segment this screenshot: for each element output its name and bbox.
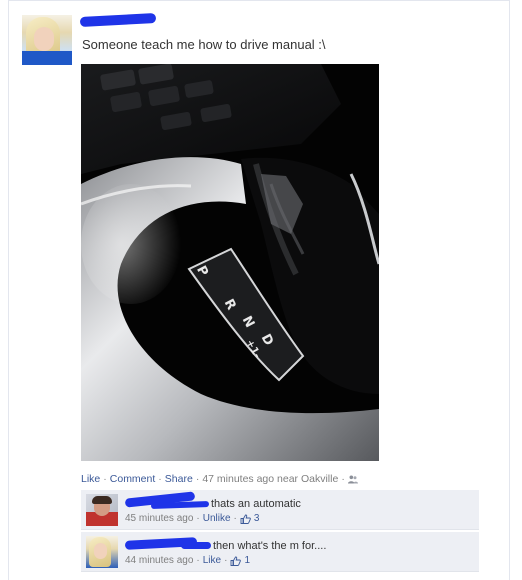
separator: ·	[158, 473, 162, 485]
separator: ·	[196, 513, 200, 524]
redacted-text	[181, 542, 211, 549]
comment-time[interactable]: 44 minutes ago	[125, 555, 193, 566]
thumbs-up-icon[interactable]	[230, 556, 242, 566]
like-count[interactable]: 1	[244, 555, 250, 566]
thumbs-up-icon[interactable]	[240, 514, 251, 524]
separator: ·	[224, 555, 228, 566]
post-time-location[interactable]: 47 minutes ago near Oakville	[202, 473, 338, 485]
separator: ·	[196, 555, 200, 566]
avatar-face	[34, 27, 54, 51]
separator: ·	[341, 473, 345, 485]
avatar-hair	[92, 496, 112, 504]
separator: ·	[195, 473, 200, 485]
like-count[interactable]: 3	[254, 513, 260, 524]
comments-section: thats an automatic 45 minutes ago · Unli…	[81, 490, 479, 574]
comment-link[interactable]: Comment	[110, 473, 156, 485]
redacted-text	[150, 500, 210, 510]
status-text: Someone teach me how to drive manual :\	[82, 37, 326, 52]
share-link[interactable]: Share	[165, 473, 193, 485]
avatar-shirt	[22, 51, 72, 65]
comment-time[interactable]: 45 minutes ago	[125, 513, 193, 524]
gear-shifter-photo: P R N D +1-	[81, 64, 379, 461]
avatar-face	[94, 543, 107, 559]
separator: ·	[103, 473, 107, 485]
comment-text: then what's the m for....	[213, 540, 327, 552]
poster-avatar[interactable]	[22, 15, 72, 65]
commenter-avatar[interactable]	[86, 536, 118, 568]
comment-text: thats an automatic	[211, 498, 301, 510]
commenter-avatar[interactable]	[86, 494, 118, 526]
comment-item: then what's the m for.... 44 minutes ago…	[81, 532, 479, 572]
comment-meta: 44 minutes ago · Like · 1	[125, 555, 250, 566]
unlike-link[interactable]: Unlike	[203, 513, 231, 524]
separator: ·	[233, 513, 237, 524]
comment-meta: 45 minutes ago · Unlike · 3	[125, 513, 259, 524]
post-photo[interactable]: P R N D +1-	[81, 64, 379, 461]
like-link[interactable]: Like	[203, 555, 221, 566]
post-actions: Like · Comment · Share · 47 minutes ago …	[81, 473, 358, 485]
comment-item: thats an automatic 45 minutes ago · Unli…	[81, 490, 479, 530]
like-link[interactable]: Like	[81, 473, 100, 485]
friends-audience-icon[interactable]	[347, 475, 358, 484]
